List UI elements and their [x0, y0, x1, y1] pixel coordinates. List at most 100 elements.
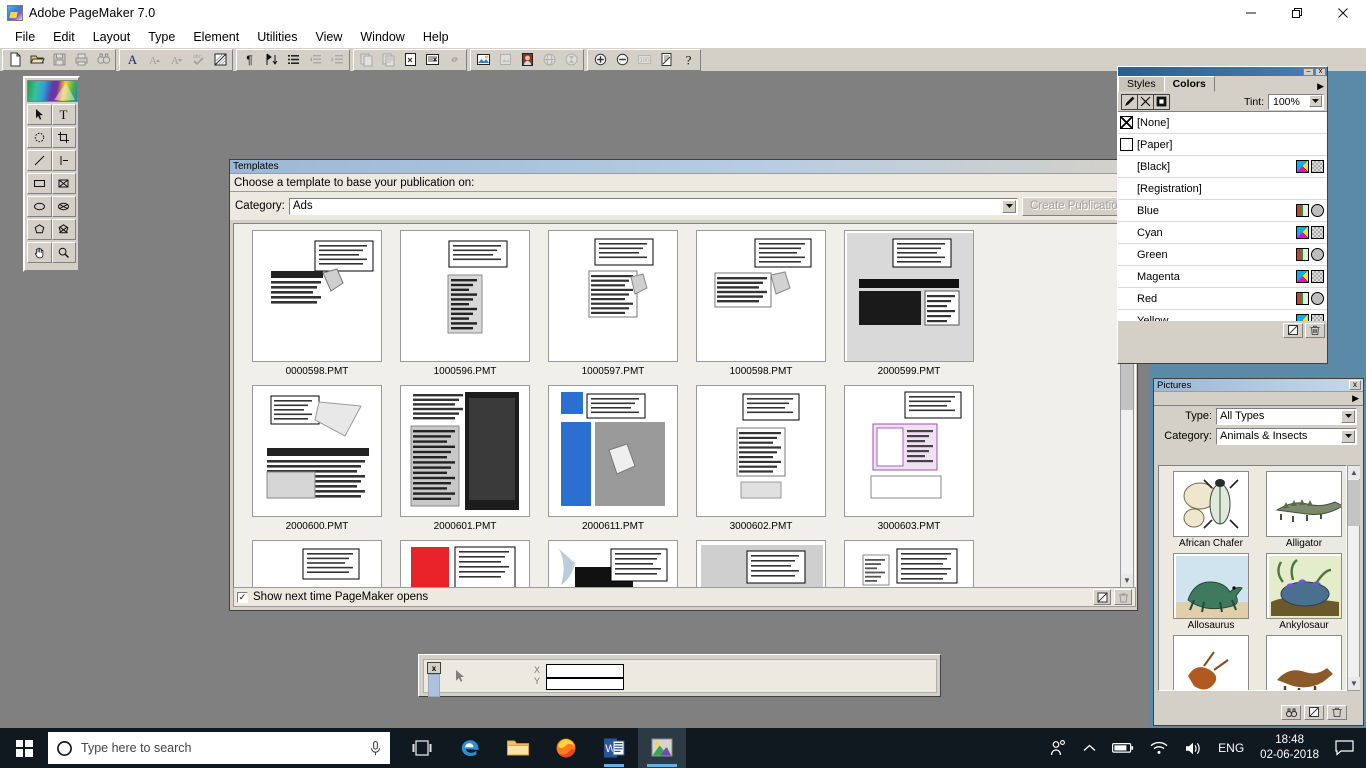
picture-thumbnail[interactable] [1173, 471, 1249, 537]
color-list-item[interactable]: Yellow [1118, 310, 1327, 321]
color-list-item[interactable]: [Paper] [1118, 134, 1327, 156]
polygon-frame-tool[interactable] [52, 219, 77, 240]
category-dropdown[interactable]: Ads [289, 198, 1018, 215]
type-chevron-down-icon[interactable] [1341, 410, 1355, 423]
templates-title-bar[interactable]: Templates x [230, 160, 1137, 174]
color-list-item[interactable]: [None] [1118, 112, 1327, 134]
menu-file[interactable]: File [6, 28, 44, 46]
acrobat-export-button[interactable] [560, 50, 582, 70]
search-pictures-button[interactable] [1281, 705, 1301, 720]
template-thumbnail[interactable] [844, 540, 974, 588]
pictures-scrollbar-thumb[interactable] [1348, 480, 1360, 526]
template-item[interactable]: 0000598.PMT [243, 230, 391, 385]
color-list-item[interactable]: [Black] [1118, 156, 1327, 178]
minimize-button[interactable] [1228, 0, 1274, 26]
picture-item[interactable]: Ankylosaur [1259, 553, 1347, 631]
chevron-down-icon[interactable] [1002, 200, 1016, 213]
place-text-button[interactable] [399, 50, 421, 70]
color-list-item[interactable]: Magenta [1118, 266, 1327, 288]
template-thumbnail[interactable] [696, 230, 826, 362]
template-thumbnail[interactable] [696, 540, 826, 588]
picture-thumbnail[interactable] [1266, 553, 1342, 619]
zoom-out-button[interactable] [611, 50, 633, 70]
photo-edit-button[interactable] [516, 50, 538, 70]
picture-thumbnail[interactable] [1173, 553, 1249, 619]
menu-utilities[interactable]: Utilities [248, 28, 306, 46]
menu-layout[interactable]: Layout [84, 28, 140, 46]
template-thumbnail[interactable] [252, 230, 382, 362]
picture-thumbnail[interactable] [1266, 635, 1342, 691]
pagemaker-icon[interactable] [638, 728, 686, 768]
pictures-scroll-down-button[interactable]: ▼ [1348, 677, 1360, 690]
picture-item[interactable]: Alligator [1259, 471, 1347, 549]
color-list-item[interactable]: Green [1118, 244, 1327, 266]
template-thumbnail[interactable] [252, 385, 382, 517]
rotate-tool[interactable] [27, 127, 52, 148]
fill-pattern-button[interactable] [209, 50, 231, 70]
picture-item[interactable] [1166, 635, 1256, 691]
create-publication-button[interactable]: Create Publication [1022, 197, 1132, 216]
menu-help[interactable]: Help [414, 28, 458, 46]
restore-button[interactable] [1274, 0, 1320, 26]
show-hidden-icons-chevron-icon[interactable] [1075, 728, 1104, 768]
stroke-color-button[interactable] [1121, 94, 1138, 110]
open-document-button[interactable] [26, 50, 48, 70]
ellipse-tool[interactable] [27, 196, 52, 217]
new-color-button[interactable] [1283, 323, 1303, 338]
start-button[interactable] [0, 728, 48, 768]
picture-item[interactable] [1259, 635, 1347, 691]
text-tool[interactable]: T [52, 104, 77, 125]
scroll-down-button[interactable]: ▼ [1121, 574, 1133, 587]
menu-element[interactable]: Element [184, 28, 248, 46]
tab-styles[interactable]: Styles [1118, 76, 1165, 92]
template-thumbnail[interactable] [400, 540, 530, 588]
template-item[interactable] [687, 540, 835, 588]
increase-size-button[interactable]: A [143, 50, 165, 70]
tab-colors[interactable]: Colors [1164, 76, 1215, 92]
colors-palette-close-button[interactable]: x [1315, 68, 1326, 76]
pictures-title-bar[interactable]: Pictures x [1154, 379, 1363, 392]
delete-template-button[interactable] [1114, 589, 1132, 605]
template-item[interactable]: 2000599.PMT [835, 230, 983, 385]
place-picture-button[interactable] [1304, 705, 1324, 720]
colors-palette-menu-arrow-icon[interactable]: ▶ [1317, 81, 1324, 92]
picture-thumbnail[interactable] [1173, 635, 1249, 691]
globe-button[interactable] [538, 50, 560, 70]
template-item[interactable] [391, 540, 539, 588]
wifi-icon[interactable] [1142, 728, 1176, 768]
font-style-button[interactable]: A [121, 50, 143, 70]
pictures-scrollbar[interactable]: ▲ ▼ [1347, 465, 1360, 691]
text-wrap-button[interactable] [421, 50, 443, 70]
language-indicator[interactable]: ENG [1210, 728, 1252, 768]
pictures-type-dropdown[interactable]: All Types [1216, 408, 1357, 425]
template-item[interactable]: 2000611.PMT [539, 385, 687, 540]
taskbar-search-box[interactable]: Type here to search [48, 732, 390, 764]
template-item[interactable] [243, 540, 391, 588]
picture-item[interactable]: Allosaurus [1166, 553, 1256, 631]
bullet-list-button[interactable] [282, 50, 304, 70]
image-box-button[interactable] [494, 50, 516, 70]
control-palette-coordinate-fields[interactable] [546, 664, 624, 690]
template-item[interactable]: 1000596.PMT [391, 230, 539, 385]
battery-icon[interactable] [1104, 728, 1142, 768]
pictures-menu-arrow-icon[interactable]: ▶ [1352, 393, 1359, 404]
rectangle-tool[interactable] [27, 173, 52, 194]
category-chevron-down-icon[interactable] [1341, 430, 1355, 443]
find-button[interactable] [92, 50, 114, 70]
pictures-close-button[interactable]: x [1349, 380, 1361, 390]
template-item[interactable]: 1000598.PMT [687, 230, 835, 385]
template-thumbnail[interactable] [252, 540, 382, 588]
templates-thumbnail-area[interactable]: 0000598.PMT1000596.PMT1000597.PMT1000598… [233, 223, 1136, 588]
crop-tool[interactable] [52, 127, 77, 148]
print-document-button[interactable] [70, 50, 92, 70]
menu-window[interactable]: Window [351, 28, 413, 46]
colors-palette-title-bar[interactable]: – x [1118, 67, 1327, 76]
zoom-in-button[interactable] [589, 50, 611, 70]
pointer-tool[interactable] [27, 104, 52, 125]
menu-edit[interactable]: Edit [44, 28, 84, 46]
template-thumbnail[interactable] [548, 230, 678, 362]
color-list-item[interactable]: Blue [1118, 200, 1327, 222]
polygon-tool[interactable] [27, 219, 52, 240]
delete-picture-button[interactable] [1327, 705, 1347, 720]
paragraph-marks-button[interactable]: ¶ [238, 50, 260, 70]
